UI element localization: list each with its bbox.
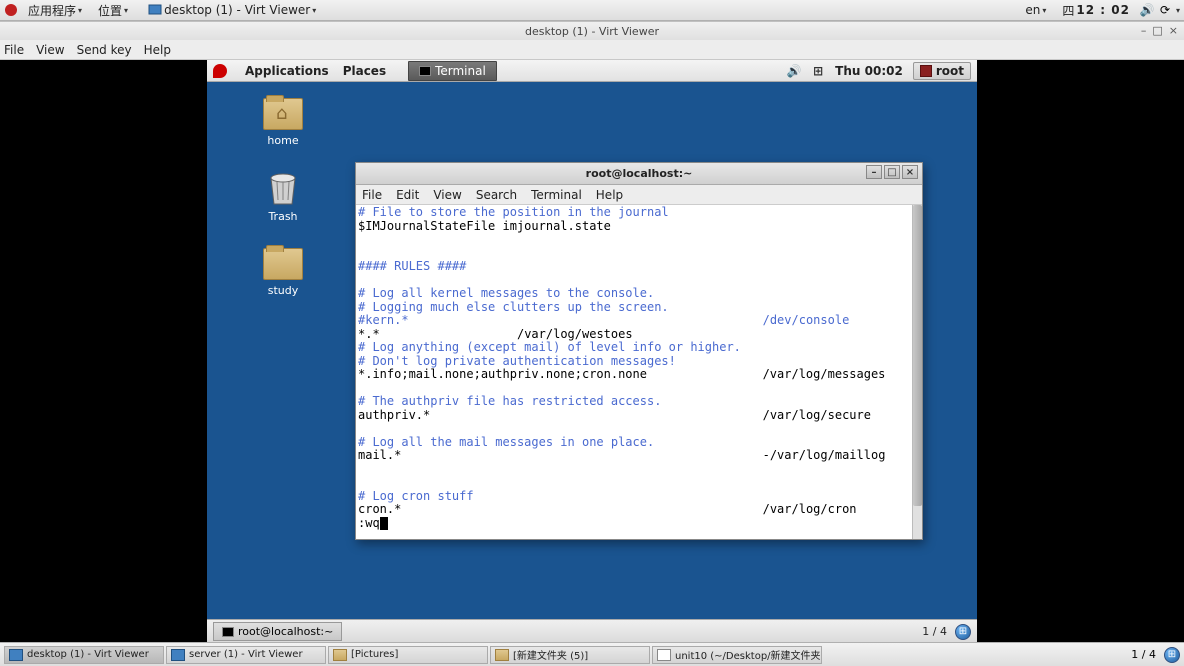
volume-icon[interactable]: 🔊	[1140, 3, 1154, 17]
virt-title: desktop (1) - Virt Viewer	[525, 25, 659, 38]
chevron-down-icon: ▾	[312, 6, 316, 15]
guest-applications-menu[interactable]: Applications	[245, 64, 329, 78]
folder-icon	[495, 649, 509, 661]
terminal-text[interactable]: # File to store the position in the jour…	[356, 205, 922, 530]
folder-icon	[333, 649, 347, 661]
workspace-switcher-icon[interactable]: ⊞	[955, 624, 971, 640]
chevron-down-icon: ▾	[124, 6, 128, 15]
virt-minimize-button[interactable]: –	[1141, 24, 1147, 37]
network-icon[interactable]: ⊞	[811, 64, 825, 78]
maximize-button[interactable]: □	[884, 165, 900, 179]
host-places-menu[interactable]: 位置 ▾	[92, 0, 134, 21]
task-label: desktop (1) - Virt Viewer	[164, 3, 310, 17]
desktop-icon-home[interactable]: home	[251, 98, 315, 147]
guest-desktop[interactable]: Applications Places Terminal 🔊 ⊞ Thu 00:…	[207, 60, 977, 643]
trash-icon	[267, 170, 299, 206]
root-warning-icon	[920, 65, 932, 77]
tab-label: Terminal	[435, 64, 486, 78]
guest-terminal-window[interactable]: root@localhost:~ – □ × File Edit View Se…	[355, 162, 923, 540]
host-bottom-panel: desktop (1) - Virt Viewer server (1) - V…	[0, 642, 1184, 666]
screen-icon	[171, 649, 185, 661]
virt-menu-sendkey[interactable]: Send key	[77, 43, 132, 57]
terminal-menu-file[interactable]: File	[362, 188, 382, 202]
terminal-title: root@localhost:~	[586, 167, 693, 180]
host-top-panel: 应用程序 ▾ 位置 ▾ desktop (1) - Virt Viewer ▾ …	[0, 0, 1184, 21]
minimize-button[interactable]: –	[866, 165, 882, 179]
host-task-folder5[interactable]: [新建文件夹 (5)]	[490, 646, 650, 664]
guest-places-menu[interactable]: Places	[343, 64, 386, 78]
host-applications-menu[interactable]: 应用程序 ▾	[22, 0, 88, 21]
fedora-logo-icon	[4, 3, 18, 17]
guest-top-panel: Applications Places Terminal 🔊 ⊞ Thu 00:…	[207, 60, 977, 82]
redhat-logo-icon	[213, 64, 227, 78]
icon-label: Trash	[268, 210, 297, 223]
guest-clock[interactable]: Thu 00:02	[835, 64, 903, 78]
icon-label: study	[268, 284, 299, 297]
updates-icon[interactable]: ⟳	[1158, 3, 1172, 17]
terminal-scrollbar[interactable]	[912, 205, 922, 539]
guest-user-menu[interactable]: root	[913, 62, 971, 80]
virt-menubar: File View Send key Help	[0, 40, 1184, 60]
screen-icon	[9, 649, 23, 661]
icon-label: home	[267, 134, 298, 147]
guest-terminal-menubar: File Edit View Search Terminal Help	[356, 185, 922, 205]
host-window-task[interactable]: desktop (1) - Virt Viewer ▾	[142, 1, 322, 19]
virt-menu-help[interactable]: Help	[144, 43, 171, 57]
terminal-icon	[419, 66, 431, 76]
virt-close-button[interactable]: ×	[1169, 24, 1178, 37]
guest-task-terminal[interactable]: root@localhost:~	[213, 622, 342, 641]
document-icon	[657, 649, 671, 661]
scrollbar-thumb[interactable]	[913, 205, 922, 506]
desktop-icon-trash[interactable]: Trash	[251, 170, 315, 223]
virt-viewer-window: desktop (1) - Virt Viewer – □ × File Vie…	[0, 21, 1184, 642]
folder-home-icon	[263, 98, 303, 130]
terminal-menu-terminal[interactable]: Terminal	[531, 188, 582, 202]
guest-bottom-panel: root@localhost:~ 1 / 4 ⊞	[207, 619, 977, 643]
workspace-indicator-text: 1 / 4	[922, 625, 947, 638]
cursor	[380, 517, 388, 530]
host-task-unit10[interactable]: unit10 (~/Desktop/新建文件夹 (5...	[652, 646, 822, 664]
host-task-pictures[interactable]: [Pictures]	[328, 646, 488, 664]
task-label: root@localhost:~	[238, 625, 333, 638]
host-clock[interactable]: 四 12 : 02	[1056, 0, 1136, 21]
host-workspace-indicator-text: 1 / 4	[1131, 648, 1156, 661]
host-task-desktop-virt[interactable]: desktop (1) - Virt Viewer	[4, 646, 164, 664]
virt-maximize-button[interactable]: □	[1152, 24, 1162, 37]
folder-icon	[263, 248, 303, 280]
vnc-display[interactable]: Applications Places Terminal 🔊 ⊞ Thu 00:…	[0, 60, 1184, 643]
host-lang-indicator[interactable]: en ▾	[1019, 1, 1052, 19]
guest-terminal-titlebar[interactable]: root@localhost:~ – □ ×	[356, 163, 922, 185]
virt-menu-view[interactable]: View	[36, 43, 64, 57]
user-label: root	[936, 64, 964, 78]
host-task-server-virt[interactable]: server (1) - Virt Viewer	[166, 646, 326, 664]
guest-taskbar-terminal[interactable]: Terminal	[408, 61, 497, 81]
volume-icon[interactable]: 🔊	[787, 64, 801, 78]
desktop-icon-study[interactable]: study	[251, 248, 315, 297]
screen-icon	[148, 3, 162, 17]
chevron-down-icon: ▾	[78, 6, 82, 15]
close-button[interactable]: ×	[902, 165, 918, 179]
terminal-menu-help[interactable]: Help	[596, 188, 623, 202]
menu-label: 位置	[98, 2, 122, 19]
terminal-content[interactable]: # File to store the position in the jour…	[356, 205, 922, 539]
chevron-down-icon: ▾	[1176, 6, 1180, 15]
host-workspace-switcher-icon[interactable]: ⊞	[1164, 647, 1180, 663]
chevron-down-icon: ▾	[1042, 6, 1046, 15]
terminal-menu-view[interactable]: View	[433, 188, 461, 202]
terminal-menu-search[interactable]: Search	[476, 188, 517, 202]
virt-menu-file[interactable]: File	[4, 43, 24, 57]
terminal-menu-edit[interactable]: Edit	[396, 188, 419, 202]
menu-label: 应用程序	[28, 2, 76, 19]
terminal-icon	[222, 627, 234, 637]
virt-titlebar: desktop (1) - Virt Viewer – □ ×	[0, 22, 1184, 40]
